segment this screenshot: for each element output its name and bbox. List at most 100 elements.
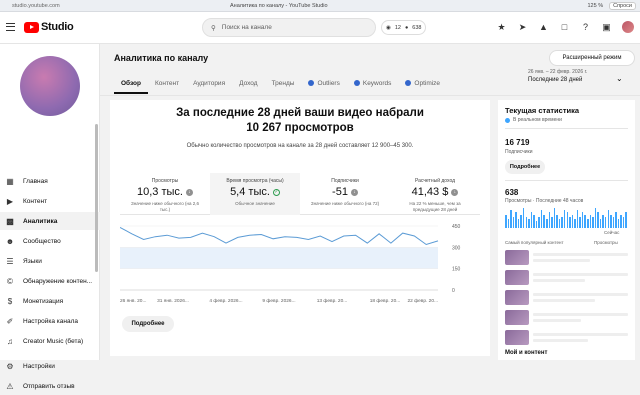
metric-note: Значение ниже обычного (на 72) <box>310 201 380 206</box>
tab-keywords[interactable]: Keywords <box>347 78 399 94</box>
tab-overview[interactable]: Обзор <box>114 78 148 94</box>
video-title-placeholder <box>533 330 628 345</box>
feedback-icon: ⚠ <box>6 381 14 391</box>
sidebar-item-analytics[interactable]: ▩ Аналитика <box>0 212 100 230</box>
arrow-down-icon: ↓ <box>185 188 193 196</box>
sidebar-item-label: Настройки <box>23 362 55 370</box>
list-item[interactable] <box>505 250 628 265</box>
menu-icon[interactable] <box>6 23 15 31</box>
account-avatar[interactable] <box>622 21 634 33</box>
sidebar-item-languages[interactable]: ☰ Языки <box>0 252 100 270</box>
analytics-icon: ▩ <box>6 216 14 226</box>
realtime-bar-chart[interactable] <box>505 206 628 228</box>
see-more-button[interactable]: Подробнее <box>122 316 174 332</box>
realtime-more-button[interactable]: Подробнее <box>505 160 545 174</box>
metric-watch-time[interactable]: Время просмотра (часы) 5,4 тыс. ✓ Обычное… <box>210 173 300 215</box>
metric-note: На 22 % меньше, чем за предыдущие 28 дне… <box>409 201 461 212</box>
advanced-mode-button[interactable]: Расширенный режим <box>549 50 635 66</box>
realtime-bar <box>622 216 625 228</box>
sidebar-item-community[interactable]: ☻ Сообщество <box>0 232 100 250</box>
views-chart[interactable]: 0 150 300 450 26 янв. 20... 31 янв. 2026... 4 … <box>119 218 480 310</box>
tab-outliers[interactable]: Outliers <box>301 78 346 94</box>
video-title-placeholder <box>533 270 628 285</box>
arrow-down-icon: ↓ <box>451 188 459 196</box>
help-icon[interactable]: ? <box>580 22 591 33</box>
video-thumbnail <box>505 310 529 325</box>
list-item[interactable] <box>505 310 628 325</box>
sidebar-item-copyright[interactable]: © Обнаружение контен... <box>0 272 100 290</box>
sidebar-item-feedback[interactable]: ⚠ Отправить отзыв <box>0 377 100 395</box>
channel-avatar[interactable] <box>20 56 80 116</box>
y-tick-label: 150 <box>452 267 461 273</box>
metric-note: Значение ниже обычного (на 2,6 тыс.) <box>131 201 199 212</box>
x-tick-label: 9 февр. 2026... <box>262 298 295 304</box>
tab-trends[interactable]: Тренды <box>265 78 302 94</box>
check-icon: ✓ <box>272 188 280 196</box>
sidebar-item-customization[interactable]: ✐ Настройка канала <box>0 312 100 330</box>
video-thumbnail <box>505 330 529 345</box>
main-content: Аналитика по каналу Расширенный режим 26… <box>100 44 640 360</box>
list-item[interactable] <box>505 330 628 345</box>
date-range[interactable]: 26 янв. – 22 февр. 2026 г. <box>528 69 587 75</box>
tab-content[interactable]: Контент <box>148 78 186 94</box>
logo-text: Studio <box>41 21 74 33</box>
list-item[interactable] <box>505 270 628 285</box>
list-item[interactable] <box>505 290 628 305</box>
metric-revenue[interactable]: Расчетный доход 41,43 $ ↓ На 22 % меньше,… <box>390 173 480 215</box>
sidebar-item-music[interactable]: ♫ Creator Music (бета) <box>0 332 100 350</box>
sidebar-item-label: Главная <box>23 177 48 185</box>
metric-subscribers[interactable]: Подписчики -51 ↓ Значение ниже обычного (… <box>300 173 390 215</box>
sidebar-item-dashboard[interactable]: ▦ Главная <box>0 172 100 190</box>
extension-dot-icon <box>308 80 315 86</box>
realtime-live: В реальном времени <box>505 117 562 123</box>
realtime-bar <box>517 219 520 228</box>
metric-value: 41,43 $ <box>411 186 449 198</box>
date-range-label[interactable]: Последние 28 дней <box>528 77 582 83</box>
realtime-bar <box>512 216 515 228</box>
chevron-down-icon[interactable]: ⌄ <box>616 74 623 83</box>
pin-icon[interactable]: ▲ <box>538 22 549 33</box>
y-tick-label: 450 <box>452 224 461 230</box>
video-title-placeholder <box>533 250 628 265</box>
address-bar[interactable]: studio.youtube.com <box>12 3 60 9</box>
tab-audience[interactable]: Аудитория <box>186 78 232 94</box>
search-input[interactable]: ⚲ Поиск на канале <box>202 18 376 37</box>
studio-logo[interactable]: Studio <box>24 21 74 33</box>
realtime-bar <box>546 219 548 228</box>
feedback-icon[interactable]: □ <box>559 22 570 33</box>
create-video-icon[interactable]: ▣ <box>601 22 612 33</box>
sidebar-item-content[interactable]: ▶ Контент <box>0 192 100 210</box>
music-icon: ♫ <box>7 336 13 346</box>
headline-line-1: За последние 28 дней ваши видео набрали <box>176 107 424 119</box>
bell-icon[interactable]: ★ <box>496 22 507 33</box>
ask-button[interactable]: Спроси <box>609 2 636 10</box>
extension-dot-icon <box>405 80 412 86</box>
rocket-icon[interactable]: ➤ <box>517 22 528 33</box>
tab-optimize[interactable]: Optimize <box>398 78 447 94</box>
realtime-bar <box>522 208 525 228</box>
studio-header: Studio ⚲ Поиск на канале ◉ 12 ● 638 ★ ➤ … <box>0 12 640 44</box>
divider <box>505 180 628 181</box>
realtime-bar <box>563 210 566 228</box>
sidebar-item-label: Сообщество <box>23 237 61 245</box>
sidebar-scrollbar[interactable] <box>95 124 98 272</box>
people-icon: ● <box>404 24 409 31</box>
metric-value: 10,3 тыс. <box>137 186 183 198</box>
tab-revenue[interactable]: Доход <box>232 78 264 94</box>
realtime-bar <box>543 214 545 228</box>
sidebar-item-monetization[interactable]: $ Монетизация <box>0 292 100 310</box>
typical-range-band <box>120 247 438 269</box>
metric-views[interactable]: Просмотры 10,3 тыс. ↓ Значение ниже обычн… <box>120 173 210 215</box>
header-actions: ★ ➤ ▲ □ ? ▣ <box>496 21 634 33</box>
youtube-logo-icon <box>24 21 39 33</box>
browser-tab-title: Аналитика по каналу - YouTube Studio <box>230 3 328 9</box>
sidebar-item-label: Creator Music (бета) <box>23 337 84 345</box>
counter-pill[interactable]: ◉ 12 ● 638 <box>381 20 427 35</box>
sidebar-item-label: Монетизация <box>23 297 64 305</box>
headline-line-2: 10 267 просмотров <box>246 122 354 134</box>
gear-icon: ⚙ <box>6 361 14 371</box>
x-tick-label: 26 янв. 20... <box>120 298 146 304</box>
overview-card: За последние 28 дней ваши видео набрали … <box>110 100 490 356</box>
zoom-level[interactable]: 125 % <box>588 3 604 9</box>
realtime-bar <box>594 208 597 228</box>
